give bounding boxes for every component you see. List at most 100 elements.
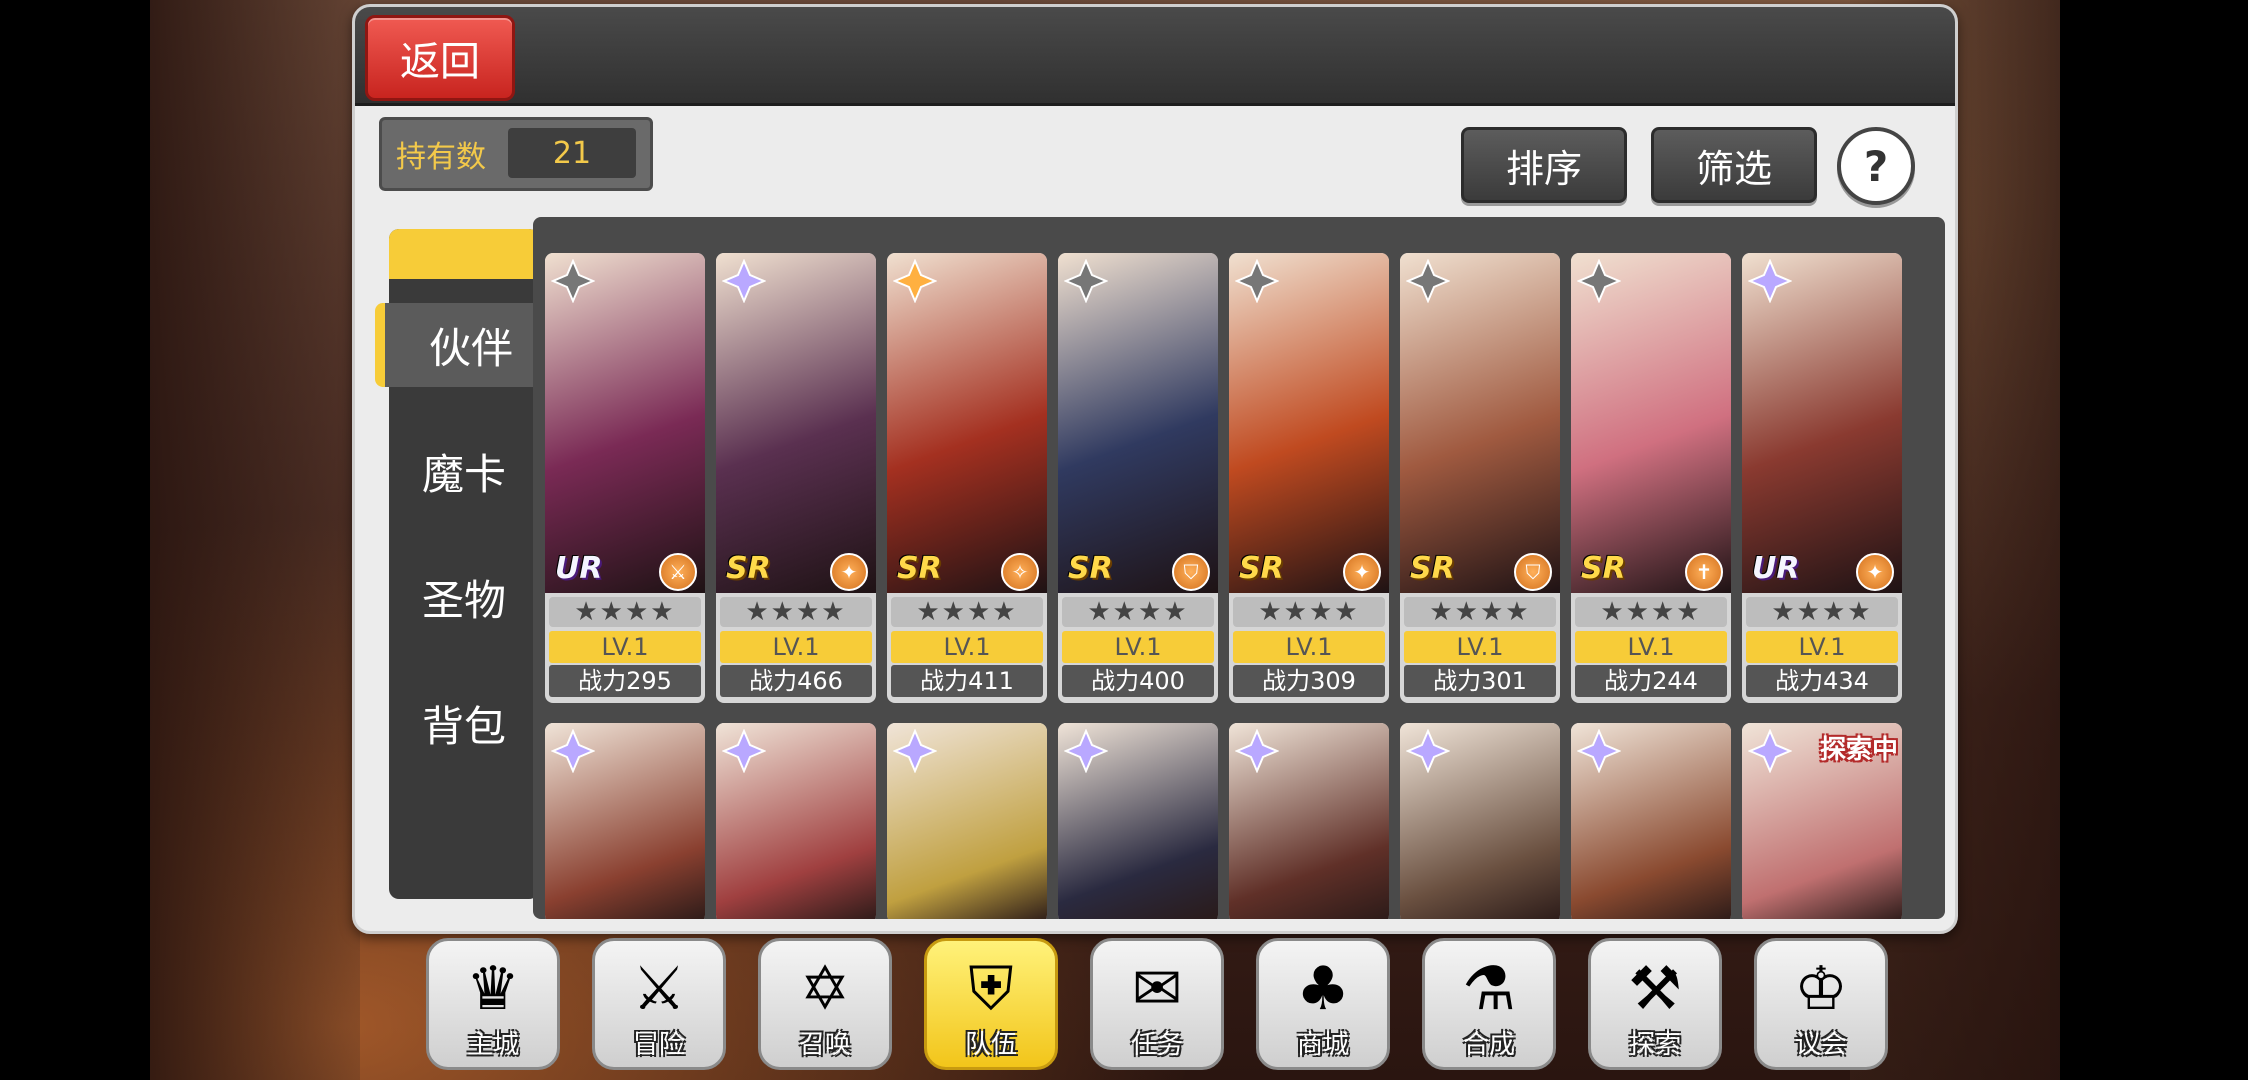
rarity-badge: SR — [726, 551, 771, 586]
shop-tree-icon: ♣ — [1296, 954, 1350, 1024]
nav-label: 主城 — [466, 1030, 519, 1060]
nav-item-crown[interactable]: ♛ 主城 — [426, 938, 560, 1070]
bottom-nav: ♛ 主城 ⚔ 冒险 ✡ 召唤 ⛨ 队伍 ✉ 任务 ♣ 商城 ⚗ 合成 ⚒ 探索 ♔ 议会 — [426, 938, 1888, 1070]
healer-role-icon: ✝ — [1685, 553, 1723, 591]
nav-item-potion[interactable]: ⚗ 合成 — [1422, 938, 1556, 1070]
character-card[interactable]: UR ⚔ ★★★★ LV.1 战力295 — [545, 253, 705, 703]
nav-item-quest-book[interactable]: ✉ 任务 — [1090, 938, 1224, 1070]
character-card[interactable] — [545, 723, 705, 919]
character-portrait — [1400, 253, 1560, 593]
dark-element-icon — [1405, 258, 1451, 304]
nav-item-summon-card[interactable]: ✡ 召唤 — [758, 938, 892, 1070]
character-card[interactable] — [1571, 723, 1731, 919]
sort-button[interactable]: 排序 — [1461, 127, 1627, 203]
character-card[interactable] — [1229, 723, 1389, 919]
nav-item-team-crest[interactable]: ⛨ 队伍 — [924, 938, 1058, 1070]
fire-element-icon — [892, 258, 938, 304]
support-role-icon: ✦ — [1343, 553, 1381, 591]
character-card[interactable]: SR ✦ ★★★★ LV.1 战力466 — [716, 253, 876, 703]
level-label: LV.1 — [1233, 631, 1385, 663]
light-element-icon — [1747, 728, 1793, 774]
nav-label: 队伍 — [964, 1030, 1017, 1060]
tab-relics[interactable]: 圣物 — [389, 555, 539, 639]
character-card[interactable]: SR ⛉ ★★★★ LV.1 战力400 — [1058, 253, 1218, 703]
character-card[interactable]: UR ✦ ★★★★ LV.1 战力434 — [1742, 253, 1902, 703]
nav-item-crossed-swords[interactable]: ⚔ 冒险 — [592, 938, 726, 1070]
level-label: LV.1 — [891, 631, 1043, 663]
rarity-badge: SR — [1239, 551, 1284, 586]
crown-icon: ♛ — [466, 954, 520, 1024]
light-element-icon — [1747, 258, 1793, 304]
owned-count-box: 持有数 21 — [379, 117, 653, 191]
light-element-icon — [721, 258, 767, 304]
power-label: 战力434 — [1746, 665, 1898, 697]
star-rating: ★★★★ — [1062, 597, 1214, 627]
filter-button[interactable]: 筛选 — [1651, 127, 1817, 203]
team-crest-icon: ⛨ — [968, 954, 1014, 1024]
character-card[interactable]: SR ✦ ★★★★ LV.1 战力309 — [1229, 253, 1389, 703]
support-role-icon: ✦ — [1856, 553, 1894, 591]
tab-backpack[interactable]: 背包 — [389, 681, 539, 765]
category-sidebar: 伙伴 魔卡 圣物 背包 — [375, 229, 557, 899]
character-card[interactable]: SR ⛉ ★★★★ LV.1 战力301 — [1400, 253, 1560, 703]
attack-role-icon: ⚔ — [659, 553, 697, 591]
nav-label: 召唤 — [798, 1030, 851, 1060]
power-label: 战力466 — [720, 665, 872, 697]
dark-element-icon — [1063, 258, 1109, 304]
level-label: LV.1 — [1746, 631, 1898, 663]
back-button[interactable]: 返回 — [365, 15, 515, 101]
team-panel: 返回 持有数 21 排序 筛选 ? 伙伴 魔卡 圣物 背包 UR ⚔ ★★★★ LV.… — [352, 4, 1958, 934]
level-label: LV.1 — [1404, 631, 1556, 663]
character-card[interactable] — [1400, 723, 1560, 919]
nav-label: 商城 — [1296, 1030, 1349, 1060]
owned-count-value: 21 — [508, 128, 636, 178]
nav-item-shop-tree[interactable]: ♣ 商城 — [1256, 938, 1390, 1070]
level-label: LV.1 — [1062, 631, 1214, 663]
character-portrait — [1742, 253, 1902, 593]
level-label: LV.1 — [1575, 631, 1727, 663]
light-element-icon — [1234, 728, 1280, 774]
summon-card-icon: ✡ — [799, 954, 851, 1024]
character-card[interactable]: 探索中 — [1742, 723, 1902, 919]
light-element-icon — [1063, 728, 1109, 774]
nav-label: 合成 — [1462, 1030, 1515, 1060]
quest-book-icon: ✉ — [1131, 954, 1183, 1024]
character-card[interactable] — [716, 723, 876, 919]
nav-label: 冒险 — [632, 1030, 685, 1060]
tab-magic-cards[interactable]: 魔卡 — [389, 429, 539, 513]
character-card[interactable] — [887, 723, 1047, 919]
power-label: 战力411 — [891, 665, 1043, 697]
sidebar-accent — [389, 229, 539, 279]
help-button[interactable]: ? — [1837, 127, 1915, 205]
top-bar: 返回 — [355, 7, 1955, 106]
rarity-badge: SR — [897, 551, 942, 586]
nav-item-council-emblem[interactable]: ♔ 议会 — [1754, 938, 1888, 1070]
defense-role-icon: ⛉ — [1172, 553, 1210, 591]
character-card[interactable]: SR ✧ ★★★★ LV.1 战力411 — [887, 253, 1047, 703]
nav-label: 探索 — [1628, 1030, 1681, 1060]
character-portrait — [887, 253, 1047, 593]
character-card[interactable]: SR ✝ ★★★★ LV.1 战力244 — [1571, 253, 1731, 703]
star-rating: ★★★★ — [1746, 597, 1898, 627]
star-rating: ★★★★ — [549, 597, 701, 627]
star-rating: ★★★★ — [1404, 597, 1556, 627]
defense-role-icon: ⛉ — [1514, 553, 1552, 591]
power-label: 战力295 — [549, 665, 701, 697]
level-label: LV.1 — [720, 631, 872, 663]
nav-label: 任务 — [1130, 1030, 1183, 1060]
tab-partners[interactable]: 伙伴 — [375, 303, 557, 387]
power-label: 战力301 — [1404, 665, 1556, 697]
character-card[interactable] — [1058, 723, 1218, 919]
rarity-badge: UR — [1752, 551, 1800, 586]
rarity-badge: UR — [555, 551, 603, 586]
rarity-badge: SR — [1410, 551, 1455, 586]
magic-role-icon: ✧ — [1001, 553, 1039, 591]
light-element-icon — [721, 728, 767, 774]
star-rating: ★★★★ — [1233, 597, 1385, 627]
dark-element-icon — [1576, 258, 1622, 304]
power-label: 战力400 — [1062, 665, 1214, 697]
character-portrait — [1058, 253, 1218, 593]
power-label: 战力309 — [1233, 665, 1385, 697]
exploring-tag: 探索中 — [1819, 735, 1898, 765]
nav-item-explore-shovel[interactable]: ⚒ 探索 — [1588, 938, 1722, 1070]
